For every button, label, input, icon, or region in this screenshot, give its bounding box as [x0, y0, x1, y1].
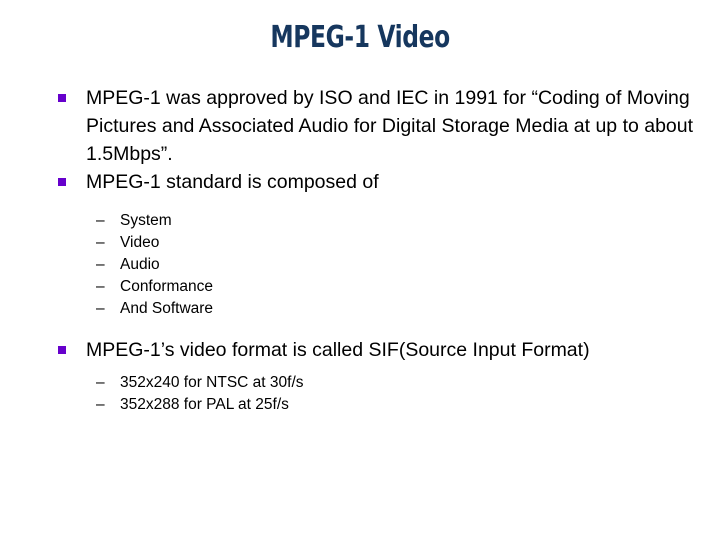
slide: MPEG-1 Video MPEG-1 was approved by ISO …: [0, 0, 720, 540]
dash-icon: –: [96, 212, 105, 229]
sublist-item-label: Audio: [120, 256, 160, 273]
dash-icon: –: [96, 256, 105, 273]
sublist-item-label: Video: [120, 234, 160, 251]
sublist-formats: – 352x240 for NTSC at 30f/s – 352x288 fo…: [0, 372, 720, 416]
bullet-text-2: MPEG-1 standard is composed of: [86, 171, 379, 193]
sublist-item: – 352x240 for NTSC at 30f/s: [0, 372, 720, 394]
dash-icon: –: [96, 374, 105, 391]
sublist-item-label: Conformance: [120, 278, 214, 295]
square-bullet-icon: [58, 94, 66, 102]
sublist-item-label: And Software: [120, 300, 214, 317]
dash-icon: –: [96, 234, 105, 251]
dash-icon: –: [96, 396, 105, 413]
sublist-item: – Video: [0, 232, 720, 254]
bullet-text-3: MPEG-1’s video format is called SIF(Sour…: [86, 339, 590, 361]
dash-icon: –: [96, 278, 105, 295]
sublist-item: – Conformance: [0, 276, 720, 298]
slide-body: MPEG-1 was approved by ISO and IEC in 19…: [0, 84, 720, 416]
sublist-item-label: 352x288 for PAL at 25f/s: [120, 396, 289, 413]
sublist-item: – And Software: [0, 298, 720, 320]
bullet-item-3: MPEG-1’s video format is called SIF(Sour…: [0, 336, 720, 364]
sublist-components: – System – Video – Audio – Conformance –…: [0, 210, 720, 320]
square-bullet-icon: [58, 178, 66, 186]
sublist-item-label: System: [120, 212, 172, 229]
page-title: MPEG-1 Video: [270, 20, 450, 55]
title-area: MPEG-1 Video: [0, 22, 720, 54]
bullet-text-1: MPEG-1 was approved by ISO and IEC in 19…: [86, 87, 694, 165]
dash-icon: –: [96, 300, 105, 317]
bullet-item-2: MPEG-1 standard is composed of: [0, 168, 720, 196]
sublist-item: – 352x288 for PAL at 25f/s: [0, 394, 720, 416]
bullet-item-1: MPEG-1 was approved by ISO and IEC in 19…: [0, 84, 720, 168]
square-bullet-icon: [58, 346, 66, 354]
sublist-item: – System: [0, 210, 720, 232]
sublist-item: – Audio: [0, 254, 720, 276]
sublist-item-label: 352x240 for NTSC at 30f/s: [120, 374, 304, 391]
